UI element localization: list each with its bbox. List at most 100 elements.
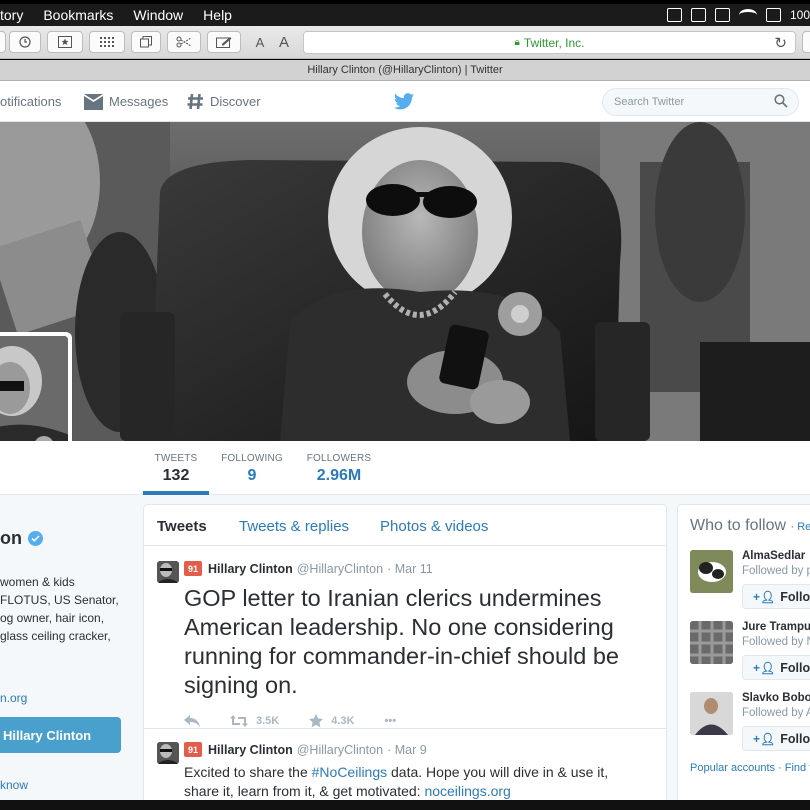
- stat-tweets-label: TWEETS: [154, 453, 198, 464]
- header-photo: [0, 122, 810, 441]
- font-smaller-button[interactable]: A: [250, 31, 270, 53]
- bio-line: FLOTUS, US Senator,: [0, 593, 119, 607]
- tab-tweets[interactable]: Tweets: [157, 505, 207, 546]
- bio-line: glass ceiling cracker,: [0, 629, 111, 643]
- suggestion-avatar[interactable]: [690, 550, 733, 593]
- stat-followers[interactable]: FOLLOWERS 2.96M: [305, 441, 373, 495]
- nav-discover[interactable]: Discover: [187, 81, 261, 122]
- suggestion-item: AlmaSedlar Followed by p +👤︎ Follow: [690, 550, 810, 615]
- verified-badge-icon: [28, 531, 43, 546]
- scissors-icon: [176, 36, 192, 48]
- menu-bookmarks[interactable]: Bookmarks: [43, 7, 113, 23]
- clock-icon: [19, 36, 31, 48]
- url-link[interactable]: noceilings.org: [424, 783, 510, 799]
- reload-icon[interactable]: ↻: [774, 34, 787, 52]
- tweet-item[interactable]: 91 Hillary Clinton @HillaryClinton · Mar…: [144, 561, 666, 727]
- star-icon: [309, 714, 324, 727]
- follow-button[interactable]: +👤︎ Follow: [742, 584, 810, 609]
- stat-following-label: FOLLOWING: [221, 453, 283, 464]
- back-button[interactable]: [0, 31, 6, 53]
- tab-tweets-replies[interactable]: Tweets & replies: [239, 505, 349, 546]
- browser-toolbar: A A 🔒︎ Twitter, Inc. ↻: [0, 26, 810, 59]
- annotate-button[interactable]: [207, 31, 241, 53]
- bottom-edge: [0, 800, 810, 810]
- tweet-header: 91 Hillary Clinton @HillaryClinton · Mar…: [184, 742, 666, 757]
- popular-accounts-link[interactable]: Popular accounts · Find f: [690, 762, 810, 774]
- tab-photos-videos[interactable]: Photos & videos: [380, 505, 488, 546]
- tab-title[interactable]: Hillary Clinton (@HillaryClinton) | Twit…: [0, 60, 810, 81]
- retweet-action[interactable]: 3.5K: [230, 714, 279, 727]
- who-to-follow-title: Who to follow · Refr: [690, 517, 810, 535]
- nav-notifications[interactable]: otifications: [0, 81, 61, 122]
- stat-following[interactable]: FOLLOWING 9: [219, 441, 285, 495]
- evernote-icon[interactable]: [666, 8, 682, 22]
- people-you-know-link[interactable]: know: [0, 778, 28, 792]
- more-icon: •••: [384, 714, 397, 727]
- nav-messages-label: Messages: [109, 94, 169, 109]
- bookmark-app-icon[interactable]: [690, 8, 706, 22]
- bookmarks-button[interactable]: [47, 31, 83, 53]
- suggestion-avatar[interactable]: [690, 692, 733, 735]
- wifi-icon[interactable]: [738, 9, 757, 21]
- tweet-author-handle[interactable]: @HillaryClinton: [297, 562, 383, 576]
- tweet-text: GOP letter to Iranian clerics undermines…: [184, 584, 666, 700]
- tweet-date[interactable]: · Mar 9: [387, 743, 427, 757]
- tweet-item[interactable]: 91 Hillary Clinton @HillaryClinton · Mar…: [144, 742, 666, 801]
- more-action[interactable]: •••: [385, 715, 397, 727]
- tweet-to-button[interactable]: Hillary Clinton: [0, 717, 121, 753]
- suggestion-avatar[interactable]: [690, 621, 733, 664]
- nav-messages[interactable]: Messages: [84, 81, 168, 122]
- suggestion-name[interactable]: Jure Trampu: [742, 621, 810, 633]
- profile-stats-bar: TWEETS 132 FOLLOWING 9 FOLLOWERS 2.96M: [0, 441, 810, 495]
- top-sites-button[interactable]: [89, 31, 125, 53]
- header-photo-image: [0, 122, 810, 441]
- profile-website-link[interactable]: n.org: [0, 691, 27, 705]
- suggestion-name[interactable]: AlmaSedlar: [742, 550, 805, 562]
- follow-plus-icon: +👤︎: [753, 660, 776, 675]
- tweet-divider: [144, 728, 666, 729]
- stat-following-value: 9: [247, 467, 257, 484]
- suggestion-context: Followed by A: [742, 707, 810, 719]
- follow-button[interactable]: +👤︎ Follow: [742, 655, 810, 680]
- reply-action[interactable]: [184, 714, 200, 727]
- battery-percent[interactable]: 100: [790, 8, 810, 22]
- search-icon[interactable]: [774, 94, 788, 108]
- follow-button[interactable]: +👤︎ Follow: [742, 726, 810, 751]
- twitter-bird-icon[interactable]: [394, 93, 414, 110]
- menu-help[interactable]: Help: [203, 7, 232, 23]
- tabs-button[interactable]: [131, 31, 161, 53]
- history-button[interactable]: [9, 31, 41, 53]
- tweet-avatar[interactable]: [157, 561, 179, 583]
- reply-icon: [184, 714, 200, 727]
- tweet-text-line: running for commander-in-chief should be: [184, 643, 619, 669]
- favorite-action[interactable]: 4.3K: [309, 714, 355, 727]
- address-bar[interactable]: 🔒︎ Twitter, Inc. ↻: [303, 31, 796, 54]
- font-larger-button[interactable]: A: [274, 31, 294, 53]
- menu-window[interactable]: Window: [133, 7, 183, 23]
- profile-name-text[interactable]: on: [0, 528, 22, 549]
- grid-icon: [100, 37, 114, 47]
- tweet-date[interactable]: · Mar 11: [387, 562, 433, 576]
- menu-history[interactable]: story: [0, 7, 23, 23]
- pencil-icon: [216, 37, 232, 48]
- hashtag-link[interactable]: #NoCeilings: [312, 764, 387, 780]
- tweet-author-name[interactable]: Hillary Clinton: [208, 562, 293, 576]
- suggestion-name[interactable]: Slavko Bobo: [742, 692, 810, 704]
- share-button[interactable]: [802, 31, 810, 53]
- keyboard-icon[interactable]: [765, 8, 781, 22]
- clip-button[interactable]: [167, 31, 201, 53]
- airplay-icon[interactable]: [714, 8, 730, 22]
- stat-tweets[interactable]: TWEETS 132: [143, 441, 209, 495]
- tweet-author-name[interactable]: Hillary Clinton: [208, 743, 293, 757]
- tweet-text-line: GOP letter to Iranian clerics undermines: [184, 585, 602, 611]
- suggestion-item: Slavko Bobo Followed by A +👤︎ Follow: [690, 692, 810, 757]
- profile-bio: women & kids FLOTUS, US Senator, og owne…: [0, 573, 119, 645]
- who-to-follow-heading: Who to follow: [690, 517, 787, 534]
- tweet-actions: 3.5K 4.3K •••: [184, 714, 666, 727]
- tweet-avatar[interactable]: [157, 742, 179, 764]
- tweet-author-handle[interactable]: @HillaryClinton: [297, 743, 383, 757]
- refresh-link[interactable]: · Refr: [791, 521, 810, 533]
- envelope-icon: [84, 93, 103, 110]
- mac-menu-bar: story Bookmarks Window Help 100: [0, 4, 810, 26]
- search-input[interactable]: Search Twitter: [602, 88, 799, 116]
